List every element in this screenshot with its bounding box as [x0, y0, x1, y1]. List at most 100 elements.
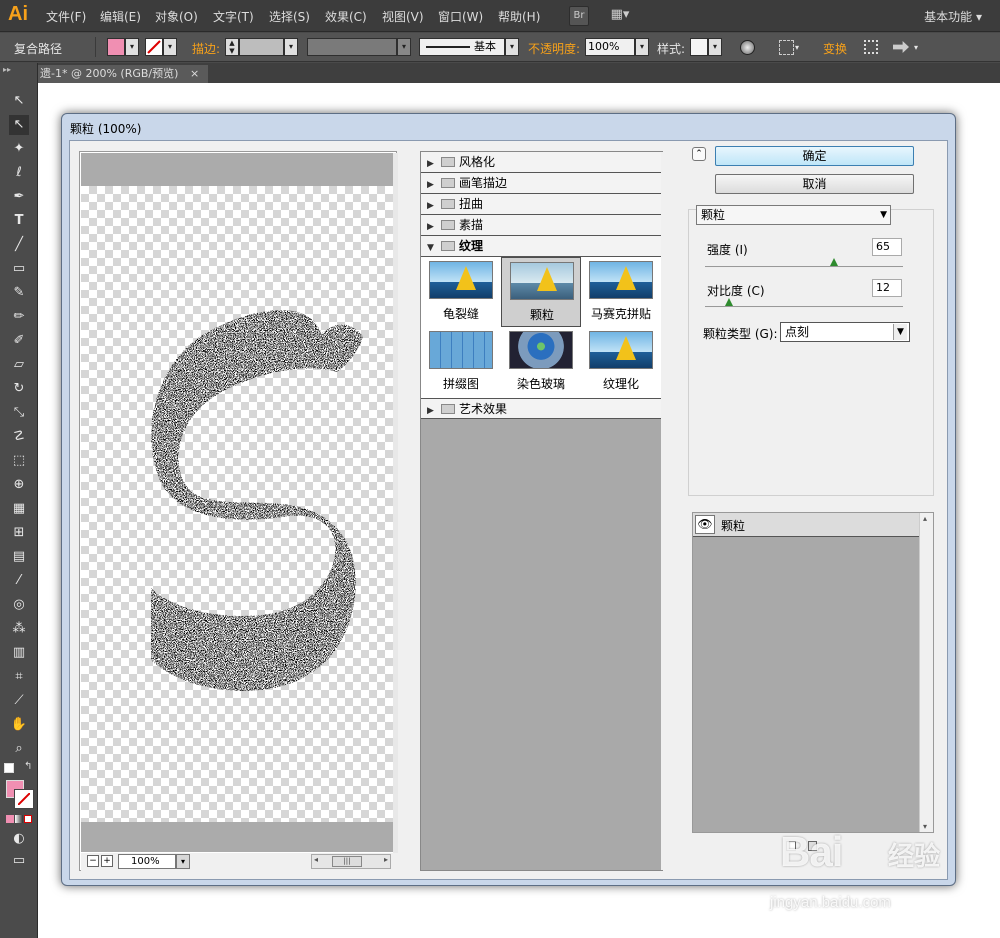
gradient-mode-icon[interactable] — [15, 815, 23, 823]
pencil-tool-icon[interactable]: ✏ — [9, 307, 29, 327]
menu-type[interactable]: 文字(T) — [213, 8, 254, 25]
isolate-icon[interactable] — [864, 40, 878, 54]
eyedropper-tool-icon[interactable]: ⁄ — [9, 571, 29, 591]
artboard-tool-icon[interactable]: ⌗ — [9, 667, 29, 687]
selection-tool-icon[interactable]: ↖ — [9, 91, 29, 111]
intensity-slider-track[interactable] — [705, 266, 903, 268]
category-artistic[interactable]: ▶ 艺术效果 — [421, 398, 661, 419]
collapse-gallery-icon[interactable]: ⌃ — [692, 147, 706, 161]
category-brush-strokes[interactable]: ▶ 画笔描边 — [421, 173, 661, 194]
type-tool-icon[interactable]: T — [9, 211, 29, 231]
contrast-slider-track[interactable] — [705, 306, 903, 308]
symbol-sprayer-tool-icon[interactable]: ⁂ — [9, 619, 29, 639]
new-effect-layer-icon[interactable] — [786, 841, 796, 851]
effect-layer-row[interactable]: 👁 颗粒 — [693, 513, 919, 537]
panel-menu-icon[interactable] — [893, 41, 909, 53]
fill-dropdown[interactable]: ▾ — [125, 38, 139, 56]
graphic-style-dropdown[interactable]: ▾ — [708, 38, 722, 56]
opacity-label[interactable]: 不透明度: — [528, 40, 580, 57]
filter-grain-selected[interactable]: 颗粒 — [501, 257, 581, 327]
color-mode-icon[interactable] — [6, 815, 14, 823]
fill-swatch[interactable] — [107, 38, 125, 56]
filter-craquelure[interactable]: 龟裂缝 — [421, 257, 501, 327]
zoom-dropdown[interactable]: ▾ — [176, 854, 190, 869]
brush-definition-dropdown[interactable]: ▾ — [505, 38, 519, 56]
default-colors-icon[interactable] — [4, 763, 14, 773]
rectangle-tool-icon[interactable]: ▭ — [9, 259, 29, 279]
menu-select[interactable]: 选择(S) — [269, 8, 310, 25]
paintbrush-tool-icon[interactable]: ✎ — [9, 283, 29, 303]
lasso-tool-icon[interactable]: ℓ — [9, 163, 29, 183]
stroke-weight-input[interactable] — [239, 38, 284, 56]
filter-patchwork[interactable]: 拼缀图 — [421, 327, 501, 397]
layers-scrollbar[interactable]: ▴ ▾ — [919, 513, 933, 832]
panel-collapse-icon[interactable]: ▸▸ — [3, 65, 11, 74]
eraser-tool-icon[interactable]: ▱ — [9, 355, 29, 375]
slice-tool-icon[interactable]: ⟋ — [9, 691, 29, 711]
filter-stained-glass[interactable]: 染色玻璃 — [501, 327, 581, 397]
variable-width-dropdown[interactable]: ▾ — [397, 38, 411, 56]
close-tab-icon[interactable]: × — [190, 65, 204, 83]
rotate-tool-icon[interactable]: ↻ — [9, 379, 29, 399]
blend-tool-icon[interactable]: ◎ — [9, 595, 29, 615]
direct-selection-tool-icon[interactable]: ↖ — [9, 115, 29, 135]
transform-link[interactable]: 变换 — [823, 40, 847, 57]
pen-tool-icon[interactable]: ✒ — [9, 187, 29, 207]
cancel-button[interactable]: 取消 — [715, 174, 914, 194]
blob-brush-tool-icon[interactable]: ✐ — [9, 331, 29, 351]
category-stylize[interactable]: ▶ 风格化 — [421, 152, 661, 173]
stroke-weight-label[interactable]: 描边: — [192, 40, 220, 57]
category-texture[interactable]: ▼ 纹理 — [421, 236, 661, 257]
zoom-in-button[interactable]: + — [101, 855, 113, 867]
scroll-up-icon[interactable]: ▴ — [923, 514, 927, 523]
filter-mosaic-tiles[interactable]: 马赛克拼贴 — [581, 257, 661, 327]
warp-tool-icon[interactable]: ☡ — [9, 427, 29, 447]
menu-effect[interactable]: 效果(C) — [325, 8, 367, 25]
scroll-right-icon[interactable]: ▸ — [384, 855, 388, 864]
align-icon[interactable] — [779, 40, 794, 55]
align-dropdown[interactable]: ▾ — [795, 43, 799, 52]
zoom-level-field[interactable]: 100% — [118, 854, 176, 869]
preview-horizontal-scrollbar[interactable]: ◂ ||| ▸ — [311, 854, 391, 869]
grain-type-select[interactable]: 点刻 ▼ — [780, 322, 910, 342]
preview-image[interactable] — [81, 186, 393, 822]
category-distort[interactable]: ▶ 扭曲 — [421, 194, 661, 215]
scale-tool-icon[interactable]: ⤡ — [9, 403, 29, 423]
contrast-input[interactable]: 12 — [872, 279, 902, 297]
menu-edit[interactable]: 编辑(E) — [100, 8, 141, 25]
menu-object[interactable]: 对象(O) — [155, 8, 198, 25]
category-sketch[interactable]: ▶ 素描 — [421, 215, 661, 236]
filter-select[interactable]: 颗粒 ▼ — [696, 205, 891, 225]
filter-texturizer[interactable]: 纹理化 — [581, 327, 661, 397]
filter-list-scrollbar[interactable] — [661, 152, 663, 870]
intensity-slider-handle[interactable] — [829, 258, 838, 266]
document-tab[interactable]: 遗-1* @ 200% (RGB/预览) × — [38, 65, 208, 83]
swap-colors-icon[interactable]: ↰ — [24, 761, 32, 772]
panel-menu-dropdown[interactable]: ▾ — [914, 43, 918, 52]
menu-window[interactable]: 窗口(W) — [438, 8, 483, 25]
graphic-style-swatch[interactable] — [690, 38, 708, 56]
scroll-thumb[interactable]: ||| — [332, 856, 362, 867]
stroke-dropdown[interactable]: ▾ — [163, 38, 177, 56]
zoom-tool-icon[interactable]: ⌕ — [9, 739, 29, 759]
menu-view[interactable]: 视图(V) — [382, 8, 424, 25]
brush-definition[interactable]: 基本 — [419, 38, 505, 56]
recolor-artwork-icon[interactable] — [740, 40, 755, 55]
column-graph-tool-icon[interactable]: ▥ — [9, 643, 29, 663]
none-mode-icon[interactable] — [24, 815, 32, 823]
arrange-documents-button[interactable]: ▦▾ — [605, 6, 635, 26]
shape-builder-tool-icon[interactable]: ⊕ — [9, 475, 29, 495]
menu-help[interactable]: 帮助(H) — [498, 8, 540, 25]
intensity-input[interactable]: 65 — [872, 238, 902, 256]
variable-width-profile[interactable] — [307, 38, 397, 56]
delete-effect-layer-icon[interactable] — [808, 841, 817, 851]
opacity-dropdown[interactable]: ▾ — [635, 38, 649, 56]
stroke-color-icon[interactable] — [14, 789, 34, 809]
zoom-out-button[interactable]: − — [87, 855, 99, 867]
workspace-switcher[interactable]: 基本功能 ▾ — [924, 8, 982, 25]
eye-icon[interactable]: 👁 — [695, 515, 715, 534]
opacity-input[interactable]: 100% — [585, 38, 635, 56]
magic-wand-tool-icon[interactable]: ✦ — [9, 139, 29, 159]
preview-vertical-scrollbar[interactable] — [393, 153, 398, 853]
contrast-slider-handle[interactable] — [724, 298, 733, 306]
